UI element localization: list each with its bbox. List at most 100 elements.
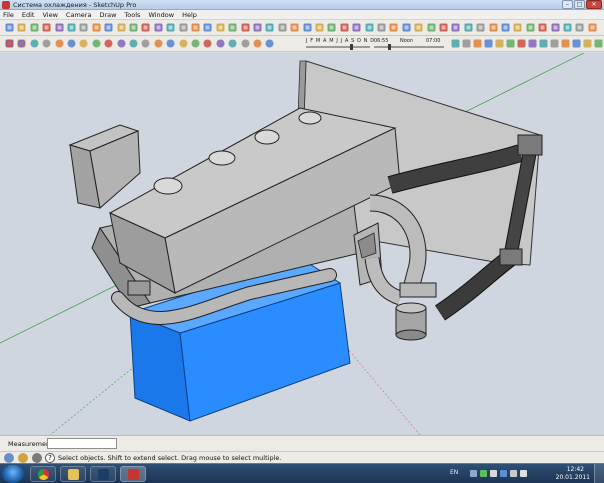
push-row2-icon[interactable]	[91, 38, 102, 49]
google-earth-icon[interactable]	[537, 22, 548, 33]
iso-view-icon[interactable]	[463, 22, 474, 33]
zoom-icon[interactable]	[277, 22, 288, 33]
component-row2-icon[interactable]	[16, 38, 27, 49]
arc-row2-icon[interactable]	[66, 38, 77, 49]
previous-view-icon[interactable]	[314, 22, 325, 33]
taskbar-photoshop[interactable]	[90, 466, 116, 482]
taskbar-explorer[interactable]	[60, 466, 86, 482]
menu-view[interactable]: View	[42, 11, 57, 19]
front-row2-icon[interactable]	[264, 38, 275, 49]
xray-icon[interactable]	[388, 22, 399, 33]
position-camera-icon[interactable]	[339, 22, 350, 33]
select-row2-icon[interactable]	[4, 38, 15, 49]
close-button[interactable]: ✕	[586, 0, 602, 9]
look-around-icon[interactable]	[364, 22, 375, 33]
extents-row2-icon[interactable]	[227, 38, 238, 49]
volume-icon[interactable]	[510, 470, 517, 477]
taskbar-chrome[interactable]	[30, 466, 56, 482]
eraser-icon[interactable]	[29, 22, 40, 33]
walk-row2-icon[interactable]	[461, 38, 472, 49]
scale-row2-icon[interactable]	[128, 38, 139, 49]
protractor-icon[interactable]	[202, 22, 213, 33]
monochrome-icon[interactable]	[450, 22, 461, 33]
language-indicator[interactable]: EN	[450, 469, 458, 476]
left-view-icon[interactable]	[525, 22, 536, 33]
share-model-icon[interactable]	[562, 22, 573, 33]
scale-icon[interactable]	[140, 22, 151, 33]
axes-icon[interactable]	[227, 22, 238, 33]
shaded-icon[interactable]	[426, 22, 437, 33]
zoom-row2-icon[interactable]	[215, 38, 226, 49]
sandbox-row2-icon[interactable]	[593, 38, 604, 49]
pan-row2-icon[interactable]	[202, 38, 213, 49]
zoom-window-icon[interactable]	[289, 22, 300, 33]
taskbar-sketchup[interactable]	[120, 466, 146, 482]
make-component-icon[interactable]	[16, 22, 27, 33]
paint-bucket-icon[interactable]	[41, 22, 52, 33]
wire-row2-icon[interactable]	[505, 38, 516, 49]
protractor-row2-icon[interactable]	[165, 38, 176, 49]
network-icon[interactable]	[500, 470, 507, 477]
clock-date[interactable]: 20.01.2011	[556, 474, 590, 481]
dimension-icon[interactable]	[190, 22, 201, 33]
minimize-button[interactable]: –	[562, 0, 573, 9]
wireframe-icon[interactable]	[401, 22, 412, 33]
axes-row2-icon[interactable]	[178, 38, 189, 49]
cooling-system-model[interactable]	[0, 53, 604, 435]
back-view-icon[interactable]	[512, 22, 523, 33]
sandbox-icon[interactable]	[587, 22, 598, 33]
menu-file[interactable]: File	[3, 11, 14, 19]
section-row2-icon[interactable]	[483, 38, 494, 49]
credits-icon[interactable]	[18, 453, 28, 463]
pan-icon[interactable]	[264, 22, 275, 33]
help-icon[interactable]: ?	[45, 453, 55, 463]
section-plane-icon[interactable]	[376, 22, 387, 33]
xray-row2-icon[interactable]	[494, 38, 505, 49]
top-view-icon[interactable]	[475, 22, 486, 33]
top-row2-icon[interactable]	[252, 38, 263, 49]
next-view-icon[interactable]	[326, 22, 337, 33]
orbit-icon[interactable]	[252, 22, 263, 33]
time-slider-thumb[interactable]	[388, 44, 391, 50]
text-icon[interactable]	[215, 22, 226, 33]
tape-row2-icon[interactable]	[153, 38, 164, 49]
camera-row2-icon[interactable]	[450, 38, 461, 49]
tape-measure-icon[interactable]	[178, 22, 189, 33]
earth-row2-icon[interactable]	[560, 38, 571, 49]
warehouse-icon[interactable]	[550, 22, 561, 33]
zoom-extents-icon[interactable]	[302, 22, 313, 33]
iso-row2-icon[interactable]	[240, 38, 251, 49]
texture-row2-icon[interactable]	[538, 38, 549, 49]
clock-time[interactable]: 12:42	[567, 466, 584, 473]
tray-arrow-icon[interactable]	[470, 470, 477, 477]
front-view-icon[interactable]	[488, 22, 499, 33]
move-icon[interactable]	[116, 22, 127, 33]
push-pull-icon[interactable]	[103, 22, 114, 33]
tray-green-icon[interactable]	[480, 470, 487, 477]
circle-icon[interactable]	[66, 22, 77, 33]
mono-row2-icon[interactable]	[549, 38, 560, 49]
tray-white-icon[interactable]	[490, 470, 497, 477]
paint-row2-icon[interactable]	[29, 38, 40, 49]
menu-window[interactable]: Window	[148, 11, 174, 19]
menu-draw[interactable]: Draw	[99, 11, 116, 19]
offset-icon[interactable]	[165, 22, 176, 33]
hidden-row2-icon[interactable]	[516, 38, 527, 49]
rectangle-icon[interactable]	[54, 22, 65, 33]
follow-me-icon[interactable]	[153, 22, 164, 33]
menu-tools[interactable]: Tools	[124, 11, 140, 19]
rotate-icon[interactable]	[128, 22, 139, 33]
shaded-row2-icon[interactable]	[527, 38, 538, 49]
orbit-row2-icon[interactable]	[190, 38, 201, 49]
user-icon[interactable]	[32, 453, 42, 463]
shaded-texture-icon[interactable]	[438, 22, 449, 33]
right-view-icon[interactable]	[500, 22, 511, 33]
line-row2-icon[interactable]	[54, 38, 65, 49]
3d-text-icon[interactable]	[240, 22, 251, 33]
start-button[interactable]	[2, 465, 24, 483]
hidden-line-icon[interactable]	[413, 22, 424, 33]
offset-row2-icon[interactable]	[140, 38, 151, 49]
time-slider-track[interactable]	[374, 46, 444, 48]
arc-icon[interactable]	[78, 22, 89, 33]
look-row2-icon[interactable]	[472, 38, 483, 49]
